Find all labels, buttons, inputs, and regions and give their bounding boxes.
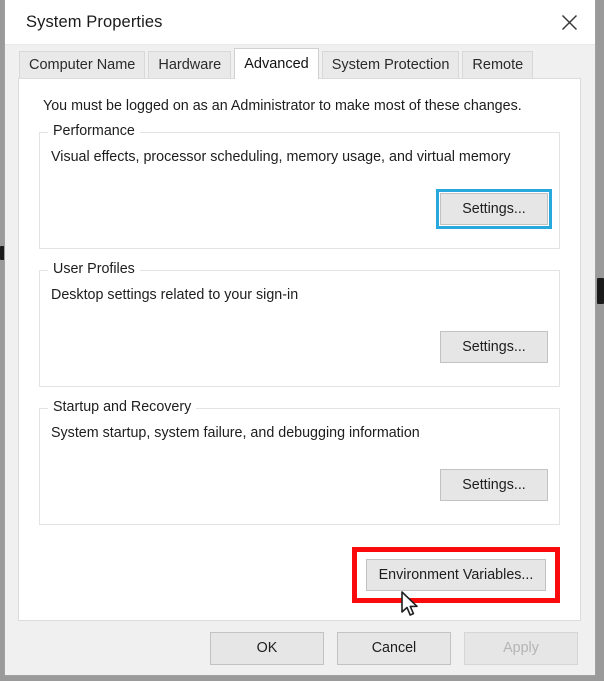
user-profiles-group: User Profiles Desktop settings related t… [39,261,560,387]
background-window-edge-right [597,278,604,304]
annotation-highlight-box: Environment Variables... [352,547,560,603]
performance-group-label: Performance [48,123,140,139]
startup-and-recovery-description: System startup, system failure, and debu… [51,425,420,441]
window-title: System Properties [26,12,163,31]
startup-and-recovery-group-label: Startup and Recovery [48,399,197,415]
user-profiles-button-row: Settings... [51,331,548,375]
tab-advanced[interactable]: Advanced [234,48,319,79]
startup-and-recovery-button-row: Settings... [51,469,548,513]
title-bar: System Properties [5,0,595,45]
startup-and-recovery-settings-button[interactable]: Settings... [440,469,548,501]
cancel-button[interactable]: Cancel [337,631,451,665]
performance-description: Visual effects, processor scheduling, me… [51,149,511,165]
environment-variables-button[interactable]: Environment Variables... [366,559,546,591]
user-profiles-group-label: User Profiles [48,261,140,277]
system-properties-dialog: System Properties Computer Name Hardware… [4,0,596,676]
close-icon[interactable] [543,0,595,44]
environment-variables-row: Environment Variables... [39,547,560,603]
tab-system-protection[interactable]: System Protection [321,51,460,78]
dialog-footer: OK Cancel Apply [5,621,595,675]
tab-hardware[interactable]: Hardware [148,51,232,78]
ok-button[interactable]: OK [210,631,324,665]
performance-group: Performance Visual effects, processor sc… [39,123,560,249]
tab-strip: Computer Name Hardware Advanced System P… [5,45,595,79]
performance-settings-button[interactable]: Settings... [436,189,552,229]
tab-remote[interactable]: Remote [462,51,534,78]
performance-button-row: Settings... [51,189,552,237]
startup-and-recovery-group: Startup and Recovery System startup, sys… [39,399,560,525]
user-profiles-settings-button[interactable]: Settings... [440,331,548,363]
user-profiles-description: Desktop settings related to your sign-in [51,287,299,303]
tab-computer-name[interactable]: Computer Name [19,51,146,78]
apply-button: Apply [464,631,578,665]
advanced-tab-panel: You must be logged on as an Administrato… [18,78,581,621]
admin-notice: You must be logged on as an Administrato… [43,98,522,114]
